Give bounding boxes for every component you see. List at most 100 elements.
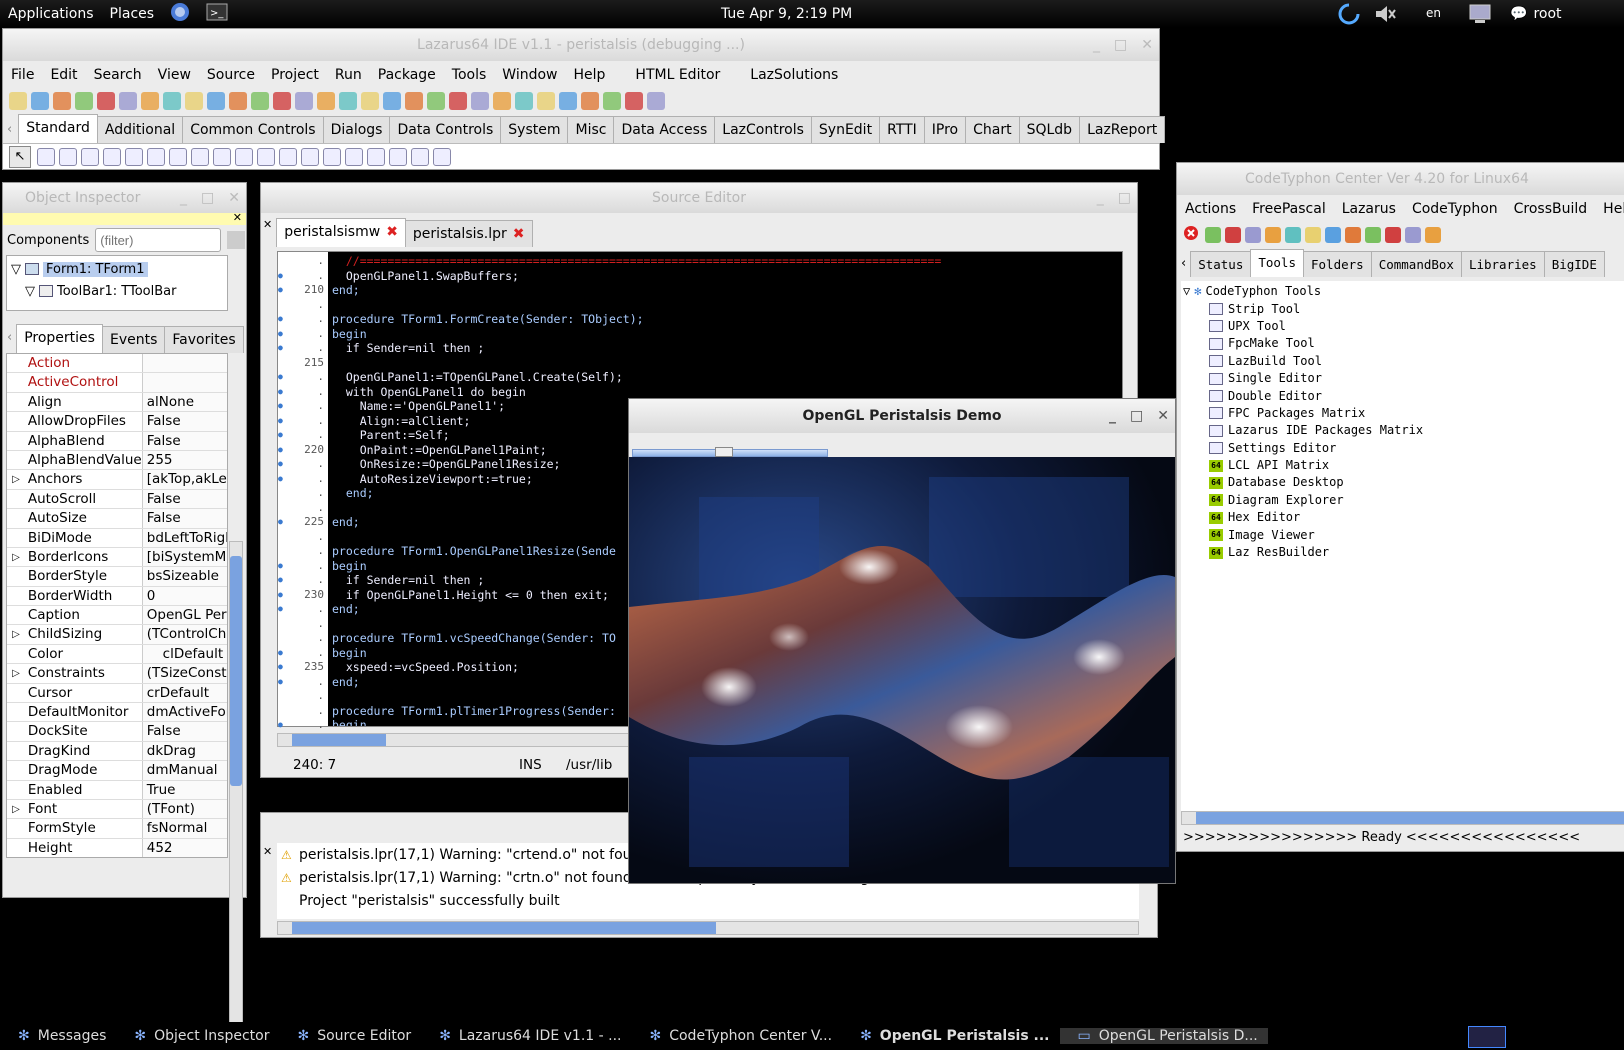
gutter-row[interactable]: . — [278, 617, 328, 632]
toolbar-button-icon[interactable] — [647, 92, 665, 110]
palette-tab-data-access[interactable]: Data Access — [613, 116, 716, 143]
gutter-row[interactable]: . — [278, 530, 328, 545]
property-value[interactable]: False — [141, 412, 227, 431]
palette-scroll-right-icon[interactable]: › — [1164, 122, 1183, 143]
places-menu[interactable]: Places — [102, 6, 163, 22]
component-icon[interactable] — [169, 147, 187, 166]
gutter-row[interactable]: ● 220 — [278, 443, 328, 458]
toolbar-button-icon[interactable] — [471, 92, 489, 110]
gutter-row[interactable]: ●. — [278, 646, 328, 661]
ct-menu-codetyphon[interactable]: CodeTyphon — [1404, 201, 1506, 217]
property-value[interactable]: dmManual — [141, 761, 227, 780]
property-scrollbar[interactable] — [229, 541, 243, 1046]
property-row[interactable]: AllowDropFiles False — [7, 412, 227, 432]
toolbar-button-icon[interactable] — [537, 92, 555, 110]
terminal-launcher-icon[interactable]: >_ — [198, 2, 236, 26]
component-icon[interactable] — [103, 147, 121, 166]
palette-tab-misc[interactable]: Misc — [567, 116, 615, 143]
code-line[interactable] — [332, 356, 1122, 371]
tab-peristalsismw[interactable]: peristalsismw ✖ — [276, 218, 406, 247]
expand-icon[interactable]: ▷ — [7, 470, 25, 488]
breakpoint-marker-icon[interactable]: ● — [278, 399, 292, 414]
property-value[interactable]: 0 — [141, 586, 227, 606]
gutter-row[interactable]: ●. — [278, 428, 328, 443]
scroll-left-icon[interactable]: ‹ — [1181, 256, 1190, 277]
toolbar-button-icon[interactable] — [449, 92, 467, 110]
breakpoint-marker-icon[interactable]: ● — [278, 327, 292, 342]
property-row[interactable]: Height 452 — [7, 838, 227, 857]
tab-favorites[interactable]: Favorites — [164, 326, 244, 353]
close-tab-icon[interactable]: ✖ — [513, 226, 525, 242]
taskbar-item-codetyphon-center-v[interactable]: ✻ CodeTyphon Center V... — [631, 1028, 842, 1044]
toolbar-button-icon[interactable] — [405, 92, 423, 110]
gutter-blank[interactable] — [278, 298, 292, 313]
network-icon[interactable] — [1467, 2, 1493, 30]
property-row[interactable]: ▷ Font (TFont) — [7, 799, 227, 820]
palette-tab-common-controls[interactable]: Common Controls — [182, 116, 324, 143]
menu-window[interactable]: Window — [494, 67, 565, 83]
property-value[interactable]: (TSizeConstr — [141, 664, 227, 683]
breakpoint-marker-icon[interactable]: ● — [278, 675, 292, 690]
close-icon[interactable]: ✕ — [233, 211, 242, 224]
gutter-blank[interactable] — [278, 704, 292, 719]
breakpoint-marker-icon[interactable]: ● — [278, 660, 292, 675]
property-value[interactable]: alNone — [141, 392, 227, 412]
collapse-icon[interactable]: ▽ — [25, 284, 35, 299]
breakpoint-marker-icon[interactable]: ● — [278, 559, 292, 574]
gutter-row[interactable]: ●. — [278, 457, 328, 472]
ct-tab-commandbox[interactable]: CommandBox — [1370, 251, 1462, 277]
toolbar-button-icon[interactable] — [251, 92, 269, 110]
tab-events[interactable]: Events — [101, 326, 166, 353]
ct-tab-folders[interactable]: Folders — [1303, 251, 1372, 277]
property-value[interactable]: 452 — [141, 838, 227, 857]
palette-tab-chart[interactable]: Chart — [965, 116, 1020, 143]
gutter-row[interactable]: ●. — [278, 718, 328, 733]
palette-tab-dialogs[interactable]: Dialogs — [322, 116, 391, 143]
property-value[interactable]: [biSystemMe — [141, 547, 227, 567]
property-row[interactable]: Align alNone — [7, 392, 227, 413]
component-icon[interactable] — [367, 147, 385, 166]
property-value[interactable]: False — [141, 489, 227, 509]
workspace-switcher[interactable] — [1468, 1026, 1506, 1048]
gutter-blank[interactable] — [278, 617, 292, 632]
tab-peristalsis-lpr[interactable]: peristalsis.lpr ✖ — [404, 220, 533, 247]
property-value[interactable] — [141, 373, 227, 392]
gutter-blank[interactable] — [278, 486, 292, 501]
menu-lazsolutions[interactable]: LazSolutions — [742, 67, 846, 83]
user-menu[interactable]: 💬 root — [1510, 6, 1562, 22]
ct-toolbar-button-icon[interactable] — [1285, 227, 1301, 243]
ct-tab-bigide[interactable]: BigIDE — [1543, 251, 1605, 277]
tree-item-toolbar1[interactable]: ▽ ToolBar1: TToolBar — [7, 280, 227, 302]
property-value[interactable]: (TFont) — [141, 799, 227, 819]
property-row[interactable]: ▷ ChildSizing (TControlCh — [7, 625, 227, 645]
ct-toolbar-button-icon[interactable] — [1205, 227, 1221, 243]
toolbar-button-icon[interactable] — [185, 92, 203, 110]
ct-toolbar-button-icon[interactable] — [1425, 227, 1441, 243]
tool-item[interactable]: 64 Laz ResBuilder — [1181, 544, 1624, 561]
tool-item[interactable]: Lazarus IDE Packages Matrix — [1181, 422, 1624, 439]
component-icon[interactable] — [213, 147, 231, 166]
close-button[interactable]: ✕ — [228, 183, 240, 213]
ct-toolbar-button-icon[interactable] — [1245, 227, 1261, 243]
ct-toolbar-button-icon[interactable] — [1225, 227, 1241, 243]
toolbar-button-icon[interactable] — [493, 92, 511, 110]
trackbar-thumb[interactable] — [715, 447, 733, 457]
menu-project[interactable]: Project — [263, 67, 327, 83]
gutter-blank[interactable] — [278, 689, 292, 704]
tool-item[interactable]: Single Editor — [1181, 370, 1624, 387]
scroll-thumb[interactable] — [292, 734, 386, 746]
inspector-titlebar[interactable]: Object Inspector _ □ ✕ — [3, 183, 246, 213]
ct-menu-actions[interactable]: Actions — [1177, 201, 1244, 217]
property-row[interactable]: Caption OpenGL Per — [7, 606, 227, 626]
palette-tab-sqldb[interactable]: SQLdb — [1018, 116, 1081, 143]
ct-menu-crossbuild[interactable]: CrossBuild — [1506, 201, 1596, 217]
toolbar-button-icon[interactable] — [31, 92, 49, 110]
property-row[interactable]: ActiveControl — [7, 373, 227, 393]
breakpoint-marker-icon[interactable]: ● — [278, 414, 292, 429]
code-line[interactable]: begin — [332, 327, 1122, 342]
gutter-row[interactable]: ●. — [278, 385, 328, 400]
ct-tab-libraries[interactable]: Libraries — [1460, 251, 1545, 277]
gutter-blank[interactable] — [278, 501, 292, 516]
gutter-row[interactable]: ●. — [278, 327, 328, 342]
palette-tab-additional[interactable]: Additional — [96, 116, 184, 143]
